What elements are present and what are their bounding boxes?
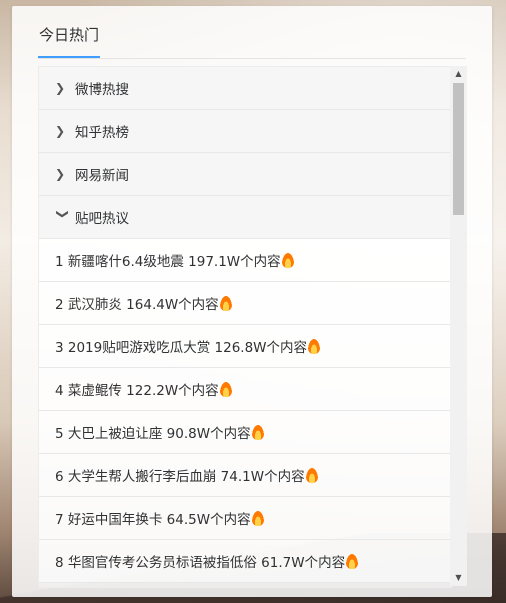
section-label: 知乎热榜 [75,125,129,141]
chevron-right-icon: ❯ [55,81,66,95]
list-item[interactable]: 5 大巴上被迫让座 90.8W个内容 [39,411,451,454]
fire-icon [305,467,318,483]
item-text: 3 2019贴吧游戏吃瓜大赏 126.8W个内容 [55,340,308,356]
section-zhihu[interactable]: ❯ 知乎热榜 [39,110,451,153]
scroll-down-arrow-icon[interactable]: ▼ [450,570,467,586]
fire-icon [281,252,294,268]
fire-icon [251,510,264,526]
scrollbar-thumb[interactable] [453,83,464,215]
chevron-right-icon: ❯ [55,167,66,181]
item-text: 7 好运中国年换卡 64.5W个内容 [55,512,251,528]
fire-icon [219,295,232,311]
tab-bar: 今日热门 [38,22,466,59]
fire-icon [219,381,232,397]
section-label: 网易新闻 [75,168,129,184]
item-text: 5 大巴上被迫让座 90.8W个内容 [55,426,251,442]
scrollbar[interactable]: ▲ ▼ [450,66,467,586]
section-label: 贴吧热议 [75,211,129,227]
fire-icon [346,553,359,569]
item-text: 1 新疆喀什6.4级地震 197.1W个内容 [55,254,281,270]
item-text: 4 菜虚鲲传 122.2W个内容 [55,383,219,399]
fire-icon [251,424,264,440]
scroll-up-arrow-icon[interactable]: ▲ [450,66,467,82]
item-text: 8 华图官传考公务员标语被指低俗 61.7W个内容 [55,555,346,571]
section-netease[interactable]: ❯ 网易新闻 [39,153,451,196]
chevron-right-icon: ❯ [55,124,66,138]
item-text: 6 大学生帮人搬行李后血崩 74.1W个内容 [55,469,305,485]
section-weibo[interactable]: ❯ 微博热搜 [39,67,451,110]
list-item[interactable]: 8 华图官传考公务员标语被指低俗 61.7W个内容 [39,540,451,583]
hot-list: ❯ 微博热搜 ❯ 知乎热榜 ❯ 网易新闻 ❯ 贴吧热议 1 新疆喀什6.4级地震… [38,66,452,588]
fire-icon [308,338,321,354]
list-item[interactable]: 6 大学生帮人搬行李后血崩 74.1W个内容 [39,454,451,497]
section-tieba[interactable]: ❯ 贴吧热议 [39,196,451,239]
list-item[interactable]: 7 好运中国年换卡 64.5W个内容 [39,497,451,540]
item-text: 2 武汉肺炎 164.4W个内容 [55,297,219,313]
tab-today-hot[interactable]: 今日热门 [38,22,101,58]
chevron-down-icon: ❯ [56,209,70,220]
section-label: 微博热搜 [75,82,129,98]
list-item[interactable]: 1 新疆喀什6.4级地震 197.1W个内容 [39,239,451,282]
list-item[interactable]: 4 菜虚鲲传 122.2W个内容 [39,368,451,411]
list-item[interactable]: 3 2019贴吧游戏吃瓜大赏 126.8W个内容 [39,325,451,368]
list-item[interactable]: 2 武汉肺炎 164.4W个内容 [39,282,451,325]
